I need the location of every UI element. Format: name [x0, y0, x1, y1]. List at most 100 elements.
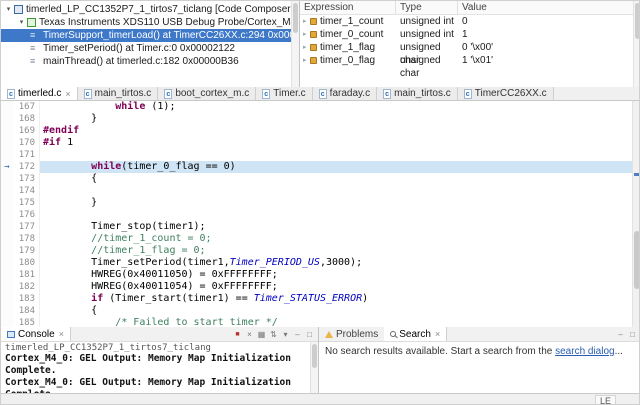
breakpoint-margin[interactable]	[1, 317, 13, 327]
code-line[interactable]: 178 //timer_1_count = 0;	[1, 233, 639, 245]
minimize-icon[interactable]: –	[292, 330, 303, 339]
code-text: while (1);	[40, 101, 639, 113]
expressions-scrollbar[interactable]	[633, 1, 639, 87]
expression-row[interactable]: ▸ timer_1_flag unsigned char 0 '\x00'	[300, 41, 639, 66]
column-header-type[interactable]: Type	[396, 1, 458, 14]
column-header-expression[interactable]: Expression	[300, 1, 396, 14]
expression-row[interactable]: ▸ timer_0_count unsigned int 1	[300, 28, 639, 41]
breakpoint-margin[interactable]	[1, 125, 13, 137]
console-scrollbar[interactable]	[310, 342, 318, 393]
code-line[interactable]: 170 #if 1	[1, 137, 639, 149]
terminate-icon[interactable]: ■	[232, 331, 243, 338]
code-line[interactable]: 181 HWREG(0x40011050) = 0xFFFFFFFF;	[1, 269, 639, 281]
code-line[interactable]: → 172 while(timer_0_flag == 0)	[1, 161, 639, 173]
editor-tab-timerled-c[interactable]: c timerled.c ×	[1, 87, 78, 100]
debug-tree-item[interactable]: ≡ Timer_setPeriod() at Timer.c:0 0x000021…	[1, 42, 299, 55]
instruction-pointer-icon[interactable]: →	[1, 161, 13, 173]
editor-tab-Timer-c[interactable]: c Timer.c	[256, 87, 313, 100]
scrollbar-thumb[interactable]	[635, 3, 639, 39]
expression-value: 0 '\x00'	[462, 42, 494, 53]
editor-tab-TimerCC26XX-c[interactable]: c TimerCC26XX.c	[457, 87, 554, 100]
code-line[interactable]: 175 }	[1, 197, 639, 209]
maximize-icon[interactable]: □	[627, 330, 638, 339]
breakpoint-margin[interactable]	[1, 221, 13, 233]
line-number: 173	[13, 173, 40, 185]
tab-search[interactable]: Search ×	[384, 327, 448, 341]
maximize-icon[interactable]: □	[304, 330, 315, 339]
breakpoint-margin[interactable]	[1, 257, 13, 269]
code-text: while(timer_0_flag == 0)	[40, 161, 639, 173]
scrollbar-thumb[interactable]	[293, 3, 298, 33]
breakpoint-margin[interactable]	[1, 281, 13, 293]
code-line[interactable]: 180 Timer_setPeriod(timer1,Timer_PERIOD_…	[1, 257, 639, 269]
debug-tree-item[interactable]: ▾ timerled_LP_CC1352P7_1_tirtos7_ticlang …	[1, 3, 299, 16]
console-menu-icon[interactable]: ▾	[280, 330, 291, 339]
debug-scrollbar[interactable]	[291, 1, 299, 87]
breakpoint-margin[interactable]	[1, 173, 13, 185]
expander-icon[interactable]: ▾	[4, 3, 13, 16]
scrollbar-thumb[interactable]	[634, 231, 639, 289]
breakpoint-margin[interactable]	[1, 137, 13, 149]
scrollbar-thumb[interactable]	[312, 344, 317, 368]
editor-tab-faraday-c[interactable]: c faraday.c	[312, 87, 378, 100]
expressions-header-row: Expression Type Value	[300, 1, 639, 15]
search-dialog-link[interactable]: search dialog	[555, 346, 614, 357]
code-line[interactable]: 185 /* Failed to start timer */	[1, 317, 639, 327]
code-line[interactable]: 182 HWREG(0x40011054) = 0xFFFFFFFF;	[1, 281, 639, 293]
breakpoint-margin[interactable]	[1, 209, 13, 221]
code-line[interactable]: 184 {	[1, 305, 639, 317]
expression-row[interactable]: ▸ timer_1_count unsigned int 0	[300, 15, 639, 28]
code-text: if (Timer_start(timer1) == Timer_STATUS_…	[40, 293, 639, 305]
debug-tree-item[interactable]: ▾ Texas Instruments XDS110 USB Debug Prob…	[1, 16, 299, 29]
console-output-line: Cortex_M4_0: GEL Output: Memory Map Init…	[5, 353, 291, 376]
expression-value: 1 '\x01'	[462, 55, 494, 66]
search-message: No search results available. Start a sea…	[319, 342, 639, 361]
code-line[interactable]: 169 #endif	[1, 125, 639, 137]
code-token: #if	[43, 137, 62, 148]
breakpoint-margin[interactable]	[1, 185, 13, 197]
code-line[interactable]: 173 {	[1, 173, 639, 185]
code-text: Timer_setPeriod(timer1,Timer_PERIOD_US,3…	[40, 257, 639, 269]
code-line[interactable]: 179 //timer_1_flag = 0;	[1, 245, 639, 257]
breakpoint-margin[interactable]	[1, 245, 13, 257]
breakpoint-margin[interactable]	[1, 101, 13, 113]
close-icon[interactable]: ×	[435, 329, 440, 339]
code-editor[interactable]: 167 while (1); 168 } 169 #endif 170 #if 1 171 →…	[1, 101, 639, 327]
tab-console[interactable]: Console ×	[1, 327, 71, 341]
editor-tab-label: timerled.c	[18, 88, 62, 99]
breakpoint-margin[interactable]	[1, 149, 13, 161]
expression-row[interactable]: ▸ timer_0_flag unsigned char 1 '\x01'	[300, 54, 639, 79]
debug-tree-item[interactable]: ≡ mainThread() at timerled.c:182 0x00000B…	[1, 55, 299, 68]
code-line[interactable]: 176	[1, 209, 639, 221]
console-icon	[7, 330, 15, 338]
code-line[interactable]: 183 if (Timer_start(timer1) == Timer_STA…	[1, 293, 639, 305]
breakpoint-margin[interactable]	[1, 293, 13, 305]
expression-name-cell: ▸ timer_1_flag	[300, 41, 396, 54]
breakpoint-margin[interactable]	[1, 197, 13, 209]
tab-problems[interactable]: Problems	[319, 327, 384, 341]
code-line[interactable]: 171	[1, 149, 639, 161]
clear-console-icon[interactable]: ▦	[256, 330, 267, 339]
code-line[interactable]: 167 while (1);	[1, 101, 639, 113]
editor-tab-boot_cortex_m-c[interactable]: c boot_cortex_m.c	[158, 87, 257, 100]
close-icon[interactable]: ×	[65, 89, 70, 99]
column-header-value[interactable]: Value	[458, 1, 639, 14]
breakpoint-margin[interactable]	[1, 113, 13, 125]
close-icon[interactable]: ×	[59, 329, 64, 339]
debug-tree-item[interactable]: ≡ TimerSupport_timerLoad() at TimerCC26XX…	[1, 29, 299, 42]
breakpoint-margin[interactable]	[1, 233, 13, 245]
minimize-icon[interactable]: –	[615, 330, 626, 339]
breakpoint-margin[interactable]	[1, 269, 13, 281]
breakpoint-margin[interactable]	[1, 305, 13, 317]
remove-launch-icon[interactable]: ×	[244, 330, 255, 339]
code-token: )	[362, 293, 369, 304]
editor-tab-main_tirtos-c[interactable]: c main_tirtos.c	[377, 87, 458, 100]
code-line[interactable]: 177 Timer_stop(timer1);	[1, 221, 639, 233]
code-line[interactable]: 174	[1, 185, 639, 197]
editor-tab-main_tirtos-c[interactable]: c main_tirtos.c	[77, 87, 159, 100]
editor-scrollbar[interactable]	[632, 101, 639, 327]
scroll-lock-icon[interactable]: ⇅	[268, 330, 279, 339]
expander-icon[interactable]: ▾	[17, 16, 26, 29]
code-line[interactable]: 168 }	[1, 113, 639, 125]
